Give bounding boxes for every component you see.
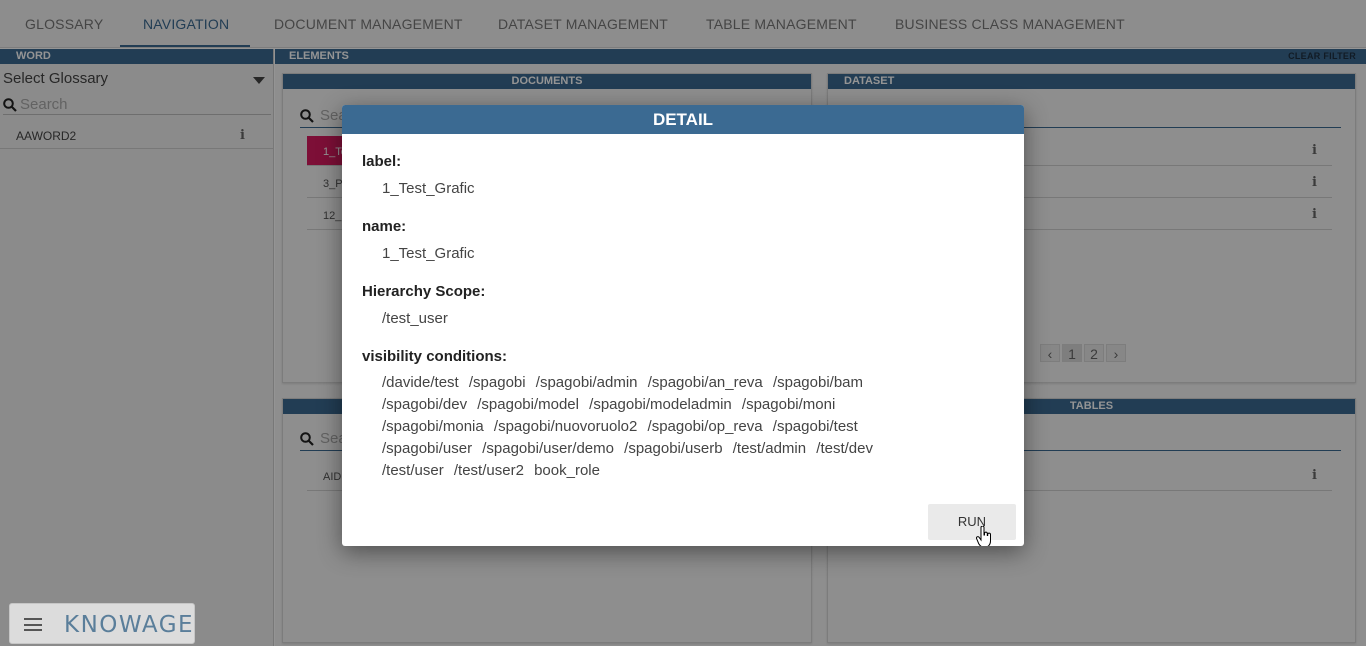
visibility-item: /spagobi/dev — [382, 396, 468, 413]
visibility-item: /test/admin — [732, 440, 807, 457]
visibility-item: /test/dev — [816, 440, 873, 457]
detail-dialog: DETAIL label: 1_Test_Grafic name: 1_Test… — [342, 105, 1024, 546]
visibility-item: /spagobi — [468, 374, 526, 391]
visibility-item: /spagobi/userb — [624, 440, 723, 457]
visibility-conditions-list: /davide/test /spagobi /spagobi/admin /sp… — [382, 372, 982, 482]
visibility-item: /davide/test — [382, 374, 459, 391]
knowage-logo: KNOWAGE — [64, 612, 195, 638]
label-field-title: label: — [362, 153, 402, 170]
hand-cursor-icon — [976, 526, 991, 546]
visibility-conditions-title: visibility conditions: — [362, 348, 508, 365]
visibility-item: /spagobi/bam — [772, 374, 864, 391]
name-field-title: name: — [362, 218, 407, 235]
run-button[interactable]: RUN — [928, 504, 1016, 540]
visibility-item: /spagobi/op_reva — [647, 418, 763, 435]
name-field-value: 1_Test_Grafic — [382, 245, 475, 262]
label-field-value: 1_Test_Grafic — [382, 180, 475, 197]
visibility-item: /spagobi/admin — [535, 374, 638, 391]
hierarchy-scope-title: Hierarchy Scope: — [362, 283, 486, 300]
visibility-item: /spagobi/model — [477, 396, 579, 413]
visibility-item: /spagobi/monia — [382, 418, 484, 435]
visibility-item: /spagobi/modeladmin — [589, 396, 732, 413]
visibility-item: /test/user2 — [453, 462, 524, 479]
hierarchy-scope-value: /test_user — [382, 310, 448, 327]
visibility-item: /spagobi/moni — [741, 396, 836, 413]
dialog-title: DETAIL — [342, 105, 1024, 134]
visibility-item: book_role — [534, 462, 600, 479]
visibility-item: /spagobi/an_reva — [647, 374, 763, 391]
visibility-item: /spagobi/user — [382, 440, 473, 457]
visibility-item: /spagobi/user/demo — [482, 440, 614, 457]
visibility-item: /spagobi/test — [772, 418, 858, 435]
hamburger-icon[interactable] — [24, 618, 42, 631]
app-menu-button[interactable]: KNOWAGE — [9, 603, 195, 644]
visibility-item: /test/user — [382, 462, 444, 479]
visibility-item: /spagobi/nuovoruolo2 — [493, 418, 638, 435]
